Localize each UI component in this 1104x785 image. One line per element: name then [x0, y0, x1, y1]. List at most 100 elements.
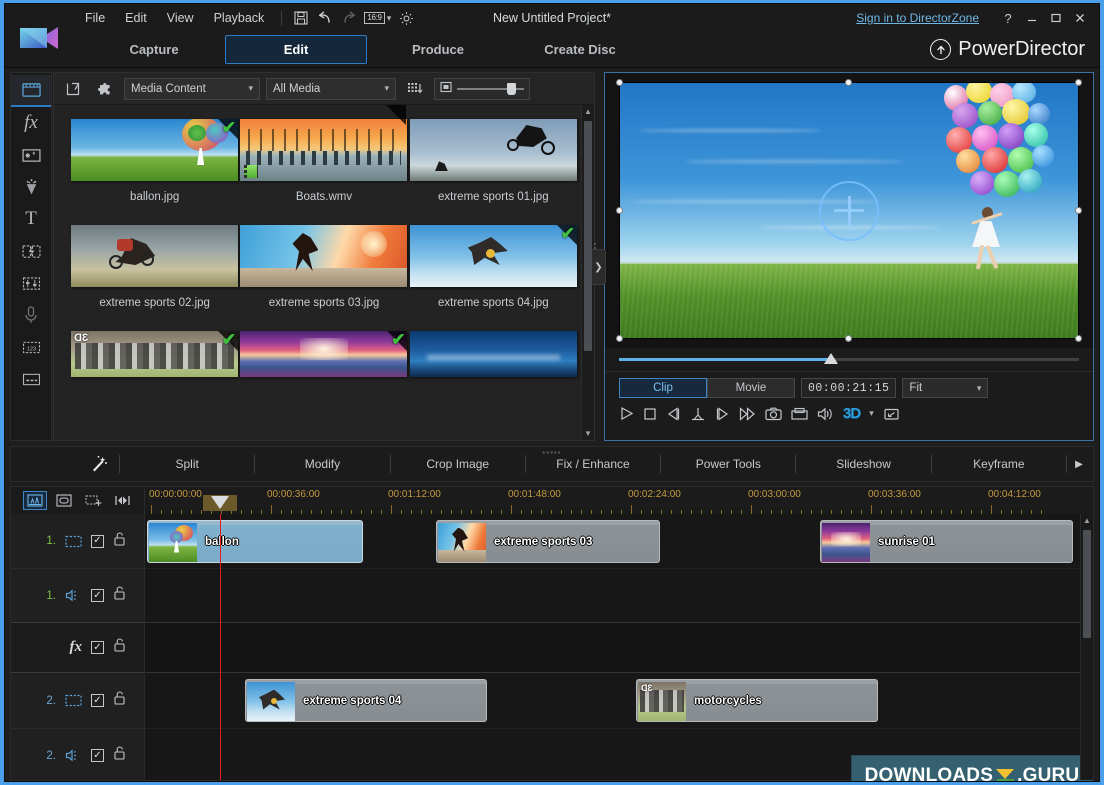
library-collapse-chevron-icon[interactable]: ❯ — [592, 249, 606, 285]
menu-item-playback[interactable]: Playback — [204, 8, 275, 28]
toolbar-crop-image[interactable]: Crop Image — [391, 457, 525, 471]
media-item[interactable] — [409, 331, 578, 377]
voice-over-icon[interactable] — [11, 299, 51, 331]
media-item[interactable]: extreme sports 03.jpg — [239, 105, 408, 315]
media-item[interactable]: extreme sports 02.jpg — [70, 225, 239, 315]
toolbar-slideshow[interactable]: Slideshow — [796, 457, 930, 471]
media-thumbnail[interactable]: ✔ — [240, 331, 408, 377]
particle-room-icon[interactable] — [11, 171, 51, 203]
tab-capture[interactable]: Capture — [83, 35, 225, 64]
sort-grid-icon[interactable] — [402, 78, 428, 100]
pip-objects-icon[interactable] — [11, 139, 51, 171]
resize-handle-top-left[interactable] — [616, 79, 623, 86]
media-item[interactable]: extreme sports 01.jpg — [409, 119, 578, 209]
media-item[interactable]: Boats.wmv — [239, 119, 408, 209]
resize-handle-bottom-left[interactable] — [616, 335, 623, 342]
media-filter-dropdown[interactable]: All Media ▾ — [266, 77, 396, 100]
preview-seek-bar[interactable] — [605, 348, 1093, 371]
tab-produce[interactable]: Produce — [367, 35, 509, 64]
track-lock-icon[interactable] — [113, 691, 126, 710]
toolbar-grip[interactable]: ▪▪▪▪▪ — [542, 448, 561, 457]
minimize-button[interactable] — [1021, 7, 1043, 29]
media-item[interactable]: ✔ extreme sports 04.jpg — [409, 225, 578, 315]
fx-room-icon[interactable]: fx — [11, 107, 51, 139]
import-media-icon[interactable] — [60, 78, 86, 100]
media-item[interactable]: ✔ ballon.jpg — [70, 119, 239, 209]
fast-forward-icon[interactable] — [739, 406, 756, 421]
track-header-video-2[interactable]: 2. ✓ — [11, 673, 144, 729]
preferences-gear-icon[interactable] — [394, 8, 418, 28]
playhead-handle[interactable] — [211, 496, 229, 509]
storyboard-view-icon[interactable] — [52, 491, 76, 510]
resize-handle-mid-left[interactable] — [616, 206, 623, 214]
timeline-vertical-scrollbar[interactable]: ▲ — [1080, 514, 1093, 780]
step-marker-icon[interactable] — [690, 407, 706, 421]
subtitle-room-icon[interactable] — [11, 363, 51, 395]
preview-fit-dropdown[interactable]: Fit ▾ — [902, 378, 989, 398]
track-lock-icon[interactable] — [113, 586, 126, 605]
track-header-fx[interactable]: fx ✓ — [11, 623, 144, 673]
timeline-tracks[interactable]: ballon extreme sports 03 sunrise 01 extr… — [145, 514, 1093, 780]
timeline-track-video-2[interactable]: extreme sports 04 3D motorcycles — [145, 673, 1093, 729]
timeline-clip[interactable]: sunrise 01 — [820, 520, 1073, 563]
magic-tools-icon[interactable] — [79, 455, 119, 473]
timeline-clip[interactable]: extreme sports 03 — [436, 520, 660, 563]
track-enable-checkbox[interactable]: ✓ — [91, 641, 104, 654]
marker-icon[interactable] — [110, 491, 134, 510]
slider-track[interactable] — [457, 82, 524, 95]
timeline-track-video-1[interactable]: ballon extreme sports 03 sunrise 01 — [145, 514, 1093, 569]
scroll-up-icon[interactable]: ▲ — [582, 105, 594, 118]
timeline-track-audio-1[interactable] — [145, 569, 1093, 623]
timeline-view-icon[interactable] — [23, 491, 47, 510]
resize-handle-top-center[interactable] — [845, 79, 852, 86]
timeline-clip[interactable]: extreme sports 04 — [245, 679, 487, 722]
resize-handle-mid-right[interactable] — [1075, 206, 1082, 214]
preview-mode-clip[interactable]: Clip — [619, 378, 707, 398]
media-thumbnail[interactable] — [240, 225, 408, 287]
toolbar-more-arrow-icon[interactable]: ▶ — [1067, 459, 1091, 470]
resize-handle-top-right[interactable] — [1075, 79, 1082, 86]
track-enable-checkbox[interactable]: ✓ — [91, 749, 104, 762]
media-thumbnail[interactable]: 3D ✔ — [71, 331, 239, 377]
toolbar-split[interactable]: Split — [120, 457, 254, 471]
timeline-track-fx[interactable] — [145, 623, 1093, 673]
close-button[interactable] — [1069, 7, 1091, 29]
play-icon[interactable] — [619, 406, 634, 421]
title-room-icon[interactable]: T — [11, 203, 51, 235]
stop-icon[interactable] — [643, 407, 657, 421]
media-thumbnail[interactable] — [409, 331, 577, 377]
track-header-audio-2[interactable]: 2. ✓ — [11, 729, 144, 780]
redo-icon[interactable] — [337, 8, 361, 28]
media-thumbnail[interactable] — [71, 225, 239, 287]
track-lock-icon[interactable] — [113, 746, 126, 765]
scroll-down-icon[interactable]: ▼ — [582, 427, 594, 440]
chapter-room-icon[interactable]: 123 — [11, 331, 51, 363]
timeline-playhead[interactable] — [220, 514, 221, 780]
aspect-ratio-icon[interactable]: 16:9 ▾ — [361, 11, 394, 25]
seek-playhead-knob[interactable] — [823, 353, 838, 364]
toolbar-fix-enhance[interactable]: Fix / Enhance — [526, 457, 660, 471]
track-enable-checkbox[interactable]: ✓ — [91, 534, 104, 548]
track-header-video-1[interactable]: 1. ✓ — [11, 514, 144, 569]
next-frame-icon[interactable] — [715, 406, 730, 421]
track-lock-icon[interactable] — [113, 531, 126, 551]
chevron-down-icon[interactable]: ▾ — [869, 408, 874, 419]
resize-handle-bottom-center[interactable] — [845, 335, 852, 342]
fullscreen-icon[interactable] — [883, 407, 900, 421]
preview-mode-movie[interactable]: Movie — [707, 378, 795, 398]
media-thumbnail[interactable]: ✔ — [71, 119, 239, 181]
toolbar-keyframe[interactable]: Keyframe — [932, 457, 1066, 471]
3d-mode-icon[interactable]: 3D — [843, 405, 861, 422]
menu-item-view[interactable]: View — [157, 8, 204, 28]
media-thumbnail[interactable] — [409, 119, 577, 181]
menu-item-file[interactable]: File — [75, 8, 115, 28]
seek-track[interactable] — [619, 353, 1079, 364]
track-enable-checkbox[interactable]: ✓ — [91, 589, 104, 602]
media-item[interactable]: 3D ✔ — [70, 331, 239, 377]
audio-mixing-icon[interactable] — [11, 267, 51, 299]
save-icon[interactable] — [289, 8, 313, 28]
maximize-button[interactable] — [1045, 7, 1067, 29]
media-thumbnail[interactable]: ✔ — [409, 225, 577, 287]
timeline-clip[interactable]: 3D motorcycles — [636, 679, 878, 722]
undo-icon[interactable] — [313, 8, 337, 28]
